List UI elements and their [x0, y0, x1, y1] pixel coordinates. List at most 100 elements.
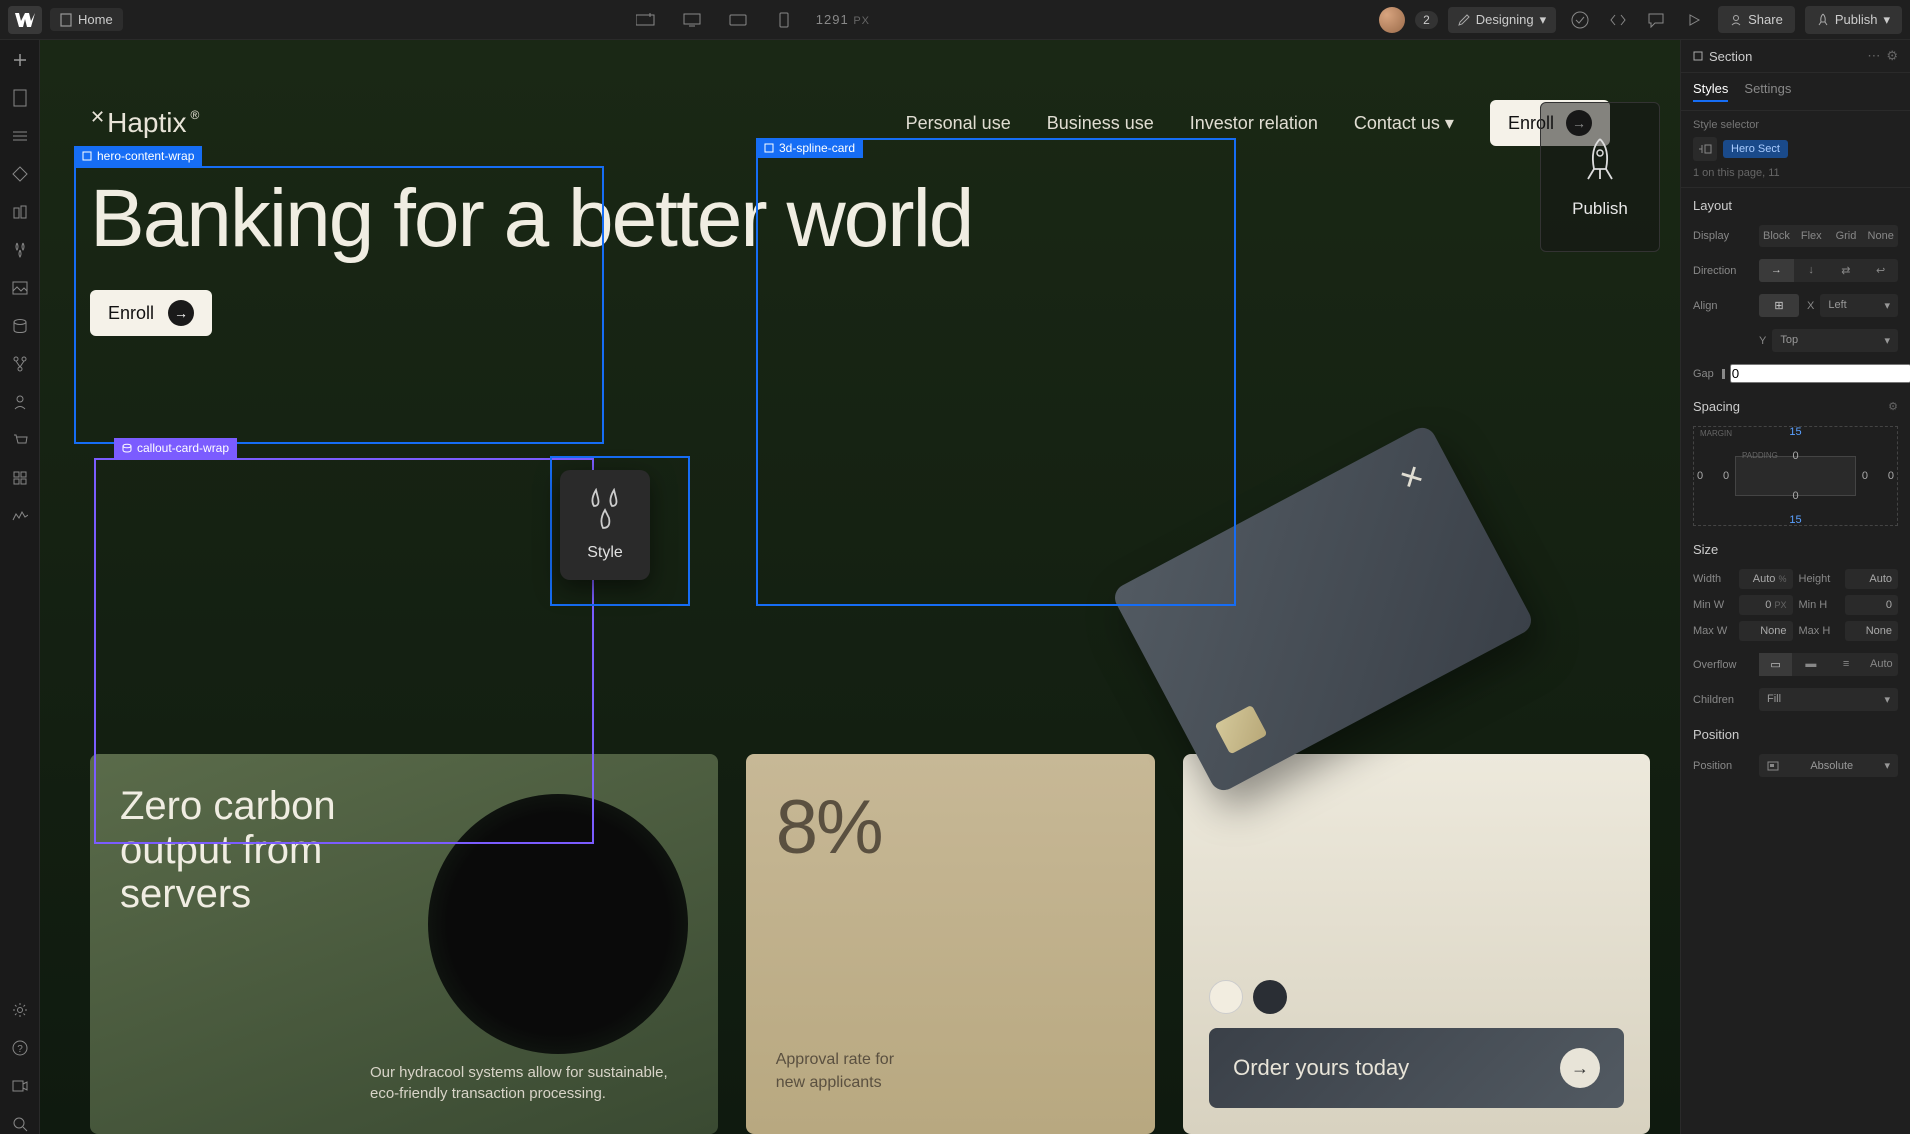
align-x-select[interactable]: Left▾	[1820, 294, 1898, 317]
align-y-select[interactable]: Top▾	[1772, 329, 1898, 352]
more-icon[interactable]: ⋯	[1867, 48, 1880, 64]
share-button[interactable]: Share	[1718, 6, 1795, 33]
variables-icon[interactable]	[10, 202, 30, 222]
padding-top[interactable]: 0	[1792, 450, 1798, 462]
nav-investor[interactable]: Investor relation	[1190, 113, 1318, 134]
minh-input[interactable]: 0	[1845, 595, 1899, 615]
overflow-label: Overflow	[1693, 659, 1751, 671]
pages-icon[interactable]	[10, 88, 30, 108]
check-icon[interactable]	[1566, 6, 1594, 34]
spacing-title: Spacing	[1693, 399, 1740, 414]
width-input[interactable]: Auto %	[1739, 569, 1793, 589]
display-flex[interactable]: Flex	[1794, 225, 1829, 247]
publish-popover[interactable]: Publish	[1540, 102, 1660, 252]
add-icon[interactable]	[10, 50, 30, 70]
position-label: Position	[1693, 760, 1751, 772]
margin-left[interactable]: 0	[1697, 470, 1703, 482]
help-icon[interactable]: ?	[10, 1038, 30, 1058]
design-canvas[interactable]: ✕Haptix® Personal use Business use Inves…	[40, 40, 1680, 1134]
overflow-scroll[interactable]: ≡	[1830, 653, 1863, 676]
webflow-logo[interactable]	[8, 6, 42, 34]
comment-icon[interactable]	[1642, 6, 1670, 34]
dir-wrap[interactable]: ↩	[1863, 259, 1898, 282]
video-icon[interactable]	[10, 1076, 30, 1096]
maxh-input[interactable]: None	[1845, 621, 1899, 641]
play-icon[interactable]	[1680, 6, 1708, 34]
styles-icon[interactable]	[10, 240, 30, 260]
breakpoint-desktop-icon[interactable]	[678, 6, 706, 34]
selection-callout-wrap[interactable]: callout-card-wrap	[94, 458, 594, 844]
spacing-settings-icon[interactable]: ⚙	[1888, 400, 1898, 413]
margin-right[interactable]: 0	[1888, 470, 1894, 482]
nav-business[interactable]: Business use	[1047, 113, 1154, 134]
rocket-icon	[1817, 13, 1829, 27]
align-grid-icon[interactable]: ⊞	[1759, 294, 1799, 317]
dir-row-rev[interactable]: ⇄	[1829, 259, 1864, 282]
settings-icon[interactable]	[10, 1000, 30, 1020]
style-popover[interactable]: Style	[560, 470, 650, 580]
selector-class[interactable]: Hero Sect	[1723, 140, 1788, 158]
home-tab[interactable]: Home	[50, 8, 123, 31]
breakpoint-add-icon[interactable]	[632, 6, 660, 34]
box-icon	[1693, 51, 1703, 61]
overflow-visible[interactable]: ▭	[1759, 653, 1792, 676]
selection-spline-card[interactable]: 3d-spline-card	[756, 138, 1236, 606]
swatch-dark[interactable]	[1253, 980, 1287, 1014]
margin-top[interactable]: 15	[1789, 426, 1801, 438]
maxw-input[interactable]: None	[1739, 621, 1793, 641]
gap-input[interactable]	[1730, 364, 1910, 383]
selection-label: 3d-spline-card	[779, 141, 855, 155]
publish-button[interactable]: Publish ▾	[1805, 6, 1902, 34]
breakpoint-tablet-icon[interactable]	[724, 6, 752, 34]
direction-label: Direction	[1693, 265, 1751, 277]
user-avatar[interactable]	[1379, 7, 1405, 33]
position-icon	[1767, 761, 1779, 771]
order-cta[interactable]: Order yours today →	[1209, 1028, 1624, 1108]
minw-input[interactable]: 0 PX	[1739, 595, 1793, 615]
padding-left[interactable]: 0	[1723, 470, 1729, 482]
position-select[interactable]: Absolute▾	[1759, 754, 1898, 777]
padding-right[interactable]: 0	[1862, 470, 1868, 482]
users-icon[interactable]	[10, 392, 30, 412]
height-input[interactable]: Auto	[1845, 569, 1899, 589]
breadcrumb[interactable]: Section ⋯ ⚙	[1693, 48, 1898, 64]
display-grid[interactable]: Grid	[1829, 225, 1864, 247]
overflow-segmented[interactable]: ▭ ▬ ≡ Auto	[1759, 653, 1898, 676]
assets-icon[interactable]	[10, 278, 30, 298]
display-segmented[interactable]: Block Flex Grid None	[1759, 225, 1898, 247]
display-block[interactable]: Block	[1759, 225, 1794, 247]
style-selector-label: Style selector	[1693, 119, 1898, 131]
code-icon[interactable]	[1604, 6, 1632, 34]
nav-personal[interactable]: Personal use	[906, 113, 1011, 134]
margin-bottom[interactable]: 15	[1789, 514, 1801, 526]
children-select[interactable]: Fill▾	[1759, 688, 1898, 711]
components-icon[interactable]	[10, 164, 30, 184]
approval-caption: Approval rate for new applicants	[776, 1049, 916, 1094]
display-none[interactable]: None	[1863, 225, 1898, 247]
cms-icon[interactable]	[10, 316, 30, 336]
padding-label: PADDING	[1742, 451, 1778, 460]
breakpoint-mobile-icon[interactable]	[770, 6, 798, 34]
direction-segmented[interactable]: → ↓ ⇄ ↩	[1759, 259, 1898, 282]
padding-bottom[interactable]: 0	[1792, 490, 1798, 502]
search-icon[interactable]	[10, 1114, 30, 1134]
logic-icon[interactable]	[10, 354, 30, 374]
navigator-icon[interactable]	[10, 126, 30, 146]
overflow-hidden[interactable]: ▬	[1794, 653, 1827, 676]
audit-icon[interactable]	[10, 506, 30, 526]
tab-settings[interactable]: Settings	[1744, 81, 1791, 102]
selection-hero-wrap[interactable]: hero-content-wrap	[74, 166, 604, 444]
swatch-light[interactable]	[1209, 980, 1243, 1014]
settings-toggle-icon[interactable]: ⚙	[1886, 48, 1898, 64]
spacing-control[interactable]: MARGIN PADDING 15 15 0 0 0 0 0 0	[1693, 426, 1898, 526]
dir-row[interactable]: →	[1759, 259, 1794, 282]
mode-selector[interactable]: Designing ▾	[1448, 7, 1556, 33]
dir-col[interactable]: ↓	[1794, 259, 1829, 282]
tab-styles[interactable]: Styles	[1693, 81, 1728, 102]
selector-parent-icon[interactable]	[1693, 137, 1717, 161]
ecommerce-icon[interactable]	[10, 430, 30, 450]
nav-contact[interactable]: Contact us ▾	[1354, 113, 1454, 134]
overflow-auto[interactable]: Auto	[1865, 653, 1898, 676]
apps-icon[interactable]	[10, 468, 30, 488]
children-label: Children	[1693, 694, 1751, 706]
